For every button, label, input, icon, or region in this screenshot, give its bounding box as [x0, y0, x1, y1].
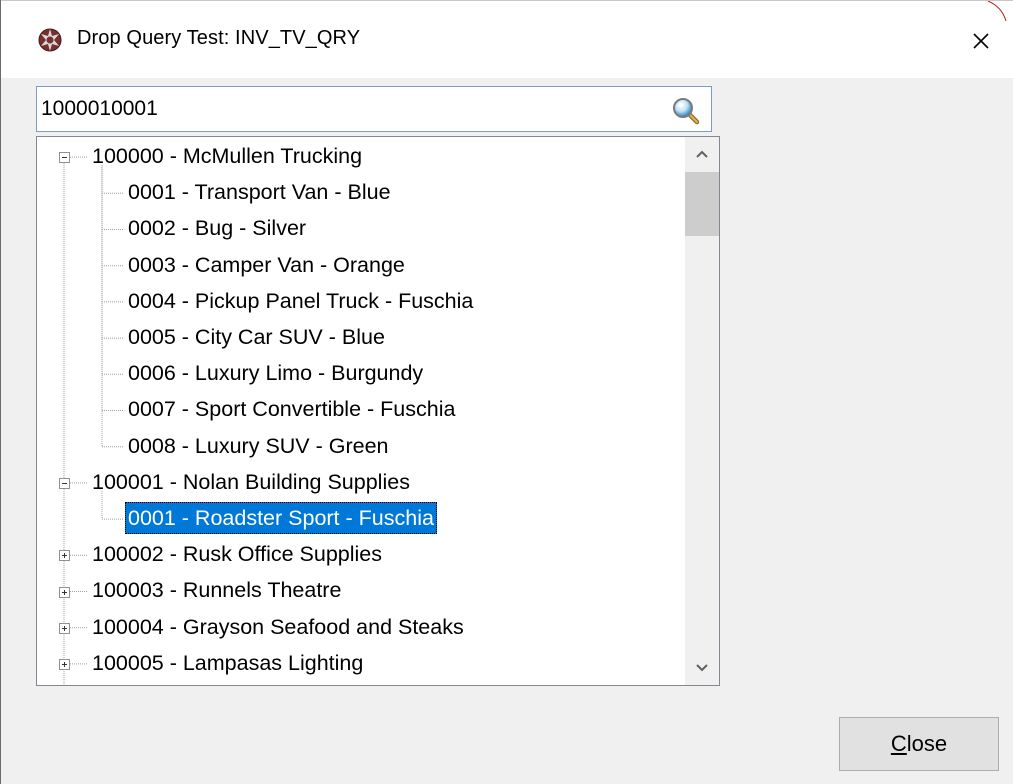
close-button[interactable]: Close — [839, 717, 999, 771]
dialog-window: Drop Query Test: INV_TV_QRY 1000010001 1… — [0, 0, 1013, 784]
tree-node-vehicle[interactable]: 0002 - Bug - Silver — [125, 211, 309, 245]
tree-node-customer[interactable]: 100003 - Runnels Theatre — [89, 573, 344, 607]
tree-node-label: 0002 - Bug - Silver — [128, 216, 307, 241]
close-button-mnemonic: C — [890, 731, 907, 756]
dialog-client-area: 100000 - McMullen Trucking 0001 - Transpo… — [1, 78, 1013, 784]
tree-node-vehicle[interactable]: 0001 - Roadster Sport - Fuschia — [125, 501, 437, 535]
tree-node-label: 0004 - Pickup Panel Truck - Fuschia — [128, 288, 474, 313]
tree-node-label: 0001 - Roadster Sport - Fuschia — [125, 502, 437, 534]
tree-node-label: 100005 - Lampasas Lighting — [92, 650, 364, 675]
tree-node-customer[interactable]: 100005 - Lampasas Lighting — [89, 646, 366, 680]
app-gear-icon — [38, 28, 62, 52]
tree-node-label: 100000 - McMullen Trucking — [92, 144, 363, 168]
vertical-scrollbar[interactable] — [685, 137, 719, 685]
tree-node-vehicle[interactable]: 0003 - Camper Van - Orange — [125, 248, 408, 282]
chevron-up-icon[interactable] — [685, 137, 719, 171]
search-box[interactable] — [36, 86, 712, 132]
expand-icon[interactable] — [59, 550, 70, 562]
tree-node-customer[interactable]: 100004 - Grayson Seafood and Steaks — [89, 610, 467, 644]
tree-node-vehicle[interactable]: 0006 - Luxury Limo - Burgundy — [125, 356, 426, 390]
tree-node-label: 100002 - Rusk Office Supplies — [92, 542, 383, 567]
tree-node-vehicle[interactable]: 0001 - Transport Van - Blue — [125, 175, 394, 209]
tree-node-label: 0005 - City Car SUV - Blue — [128, 325, 385, 349]
search-input[interactable] — [41, 93, 661, 125]
tree-node-vehicle[interactable]: 0007 - Sport Convertible - Fuschia — [125, 392, 458, 426]
tree-node-vehicle[interactable]: 0004 - Pickup Panel Truck - Fuschia — [125, 284, 476, 318]
expand-icon[interactable] — [59, 586, 70, 598]
tree-node-label: 100003 - Runnels Theatre — [92, 578, 342, 603]
tree-node-label: 0001 - Transport Van - Blue — [128, 180, 391, 205]
tree-node-label: 0008 - Luxury SUV - Green — [128, 433, 389, 458]
collapse-icon[interactable] — [59, 477, 70, 489]
tree-node-vehicle[interactable]: 0008 - Luxury SUV - Green — [125, 429, 392, 463]
tree-node-label: 0007 - Sport Convertible - Fuschia — [128, 397, 456, 422]
tree-node-customer[interactable]: 100001 - Nolan Building Supplies — [89, 465, 413, 499]
title-bar[interactable]: Drop Query Test: INV_TV_QRY — [1, 0, 1013, 79]
tree-node-label: 100004 - Grayson Seafood and Steaks — [92, 614, 464, 639]
window-title: Drop Query Test: INV_TV_QRY — [77, 27, 361, 49]
tree-node-customer[interactable]: 100002 - Rusk Office Supplies — [89, 537, 385, 571]
expand-icon[interactable] — [59, 658, 70, 670]
tree-node-label: 0006 - Luxury Limo - Burgundy — [128, 361, 424, 386]
chevron-down-icon[interactable] — [685, 651, 719, 685]
tree-node-vehicle[interactable]: 0005 - City Car SUV - Blue — [125, 320, 388, 354]
window-corner-accent — [987, 1, 1007, 21]
tree-node-customer[interactable]: 100000 - McMullen Trucking — [89, 139, 365, 173]
scroll-thumb[interactable] — [685, 172, 719, 236]
collapse-icon[interactable] — [59, 152, 70, 164]
search-magnifier-icon[interactable] — [671, 96, 701, 126]
close-button-label: lose — [906, 731, 948, 756]
close-icon[interactable] — [967, 27, 995, 55]
expand-icon[interactable] — [59, 622, 70, 634]
tree-view[interactable]: 100000 - McMullen Trucking 0001 - Transpo… — [36, 136, 720, 686]
tree-node-label: 100001 - Nolan Building Supplies — [92, 469, 410, 494]
tree-node-label: 0003 - Camper Van - Orange — [128, 252, 405, 277]
